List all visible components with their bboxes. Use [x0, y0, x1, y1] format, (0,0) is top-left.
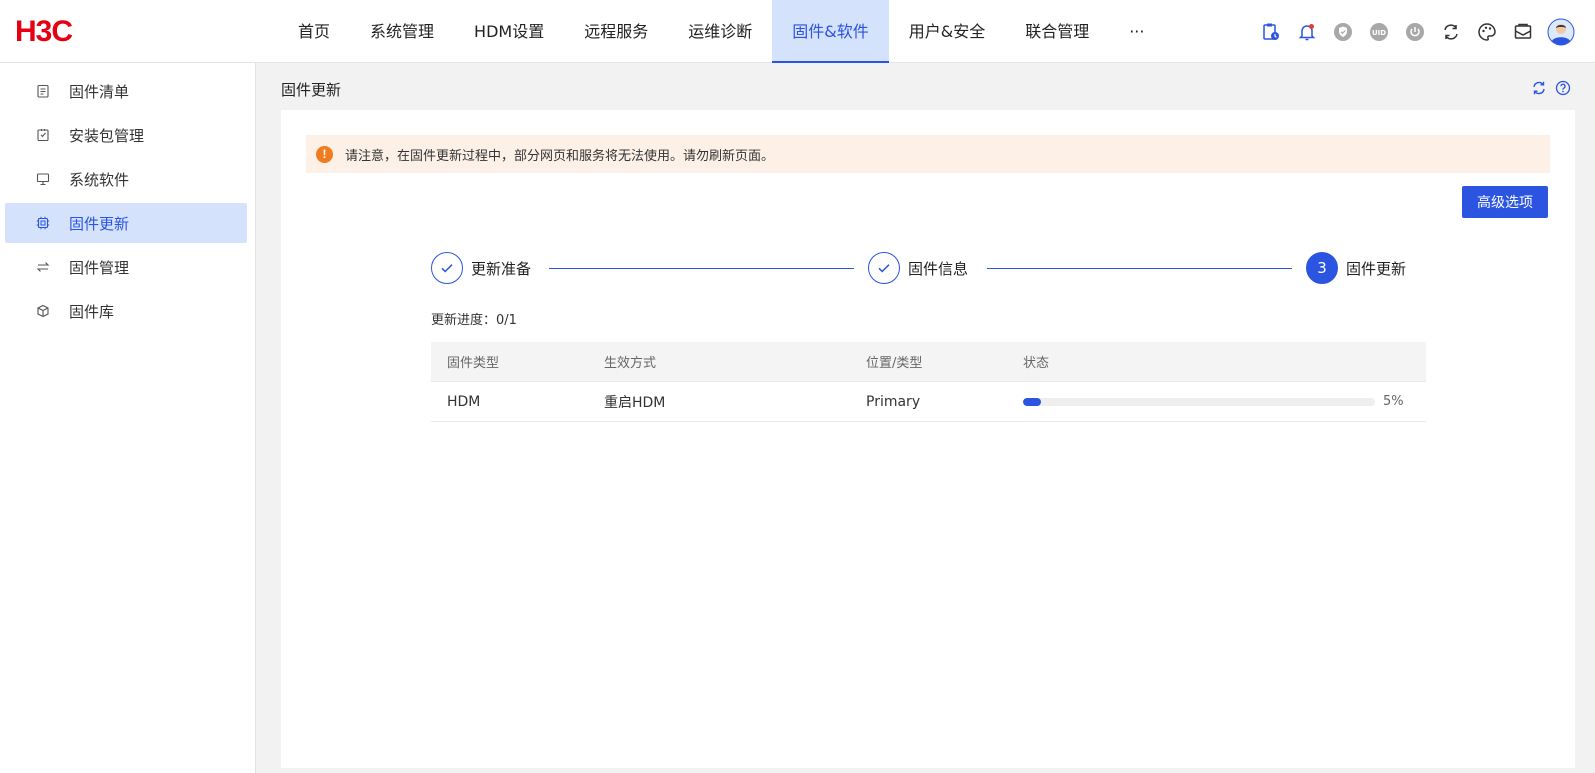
shield-icon[interactable] [1331, 20, 1355, 44]
progress-bar-fill [1023, 397, 1041, 406]
palette-icon[interactable] [1475, 20, 1499, 44]
cell-activation-method: 重启HDM [604, 394, 666, 411]
top-nav-bar: H3C 首页 系统管理 HDM设置 远程服务 运维诊断 固件&软件 用户&安全 … [0, 0, 1595, 63]
monitor-icon [35, 171, 51, 187]
update-steps: 更新准备 固件信息 3 固件更新 [431, 252, 1426, 284]
sidebar-item-label: 固件管理 [69, 258, 130, 277]
step-3-number: 3 [1306, 252, 1338, 284]
table-row: HDM 重启HDM Primary 5% [431, 382, 1426, 422]
step-connector-2 [987, 268, 1292, 269]
sidebar-item-system-software[interactable]: 系统软件 [5, 159, 247, 199]
step-1-label: 更新准备 [471, 260, 532, 278]
power-icon[interactable] [1403, 20, 1427, 44]
progress-bar [1023, 397, 1375, 406]
h3c-logo[interactable]: H3C [15, 15, 73, 48]
sidebar-item-label: 固件库 [69, 302, 115, 321]
step-1-check-icon [431, 252, 463, 284]
main-nav: 首页 系统管理 HDM设置 远程服务 运维诊断 固件&软件 用户&安全 联合管理… [278, 0, 1164, 63]
swap-icon [35, 259, 51, 275]
header-firmware-type: 固件类型 [447, 356, 500, 371]
nav-hdm-settings[interactable]: HDM设置 [454, 0, 564, 63]
nav-ops-diagnostics[interactable]: 运维诊断 [668, 0, 772, 63]
content-header: 固件更新 [281, 63, 1571, 110]
cell-location-type: Primary [866, 393, 921, 410]
page-title: 固件更新 [281, 81, 342, 99]
nav-remote-service[interactable]: 远程服务 [564, 0, 668, 63]
uid-icon[interactable]: UID [1367, 20, 1391, 44]
help-icon[interactable] [1555, 80, 1571, 96]
main-panel: ! 请注意，在固件更新过程中，部分网页和服务将无法使用。请勿刷新页面。 高级选项… [281, 110, 1575, 768]
warning-alert: ! 请注意，在固件更新过程中，部分网页和服务将无法使用。请勿刷新页面。 [306, 135, 1550, 173]
sidebar-item-firmware-update[interactable]: 固件更新 [5, 203, 247, 243]
sidebar: 固件清单 安装包管理 系统软件 固件更新 固件管理 固件库 [0, 63, 256, 773]
sidebar-item-label: 系统软件 [69, 170, 130, 189]
nav-home[interactable]: 首页 [278, 0, 350, 63]
refresh-cycle-icon[interactable] [1439, 20, 1463, 44]
sidebar-item-label: 安装包管理 [69, 126, 145, 145]
cube-icon [35, 303, 51, 319]
avatar[interactable] [1547, 18, 1575, 46]
clipboard-clock-icon[interactable] [1259, 20, 1283, 44]
sidebar-item-firmware-list[interactable]: 固件清单 [5, 71, 247, 111]
nav-more[interactable]: ··· [1109, 0, 1164, 63]
sidebar-item-package-management[interactable]: 安装包管理 [5, 115, 247, 155]
step-2-label: 固件信息 [908, 260, 969, 278]
nav-system-management[interactable]: 系统管理 [350, 0, 454, 63]
cell-firmware-type: HDM [447, 393, 481, 410]
refresh-icon[interactable] [1531, 80, 1547, 96]
sidebar-item-label: 固件更新 [69, 214, 130, 233]
sidebar-item-firmware-library[interactable]: 固件库 [5, 291, 247, 331]
firmware-update-table: 固件类型 生效方式 位置/类型 状态 HDM 重启HDM Primary 5% [431, 342, 1426, 422]
header-icon-group [1523, 80, 1571, 96]
sidebar-item-label: 固件清单 [69, 82, 130, 101]
header-activation-method: 生效方式 [604, 356, 657, 371]
header-status: 状态 [1023, 356, 1050, 371]
svg-text:UID: UID [1372, 29, 1386, 37]
step-3-label: 固件更新 [1346, 260, 1407, 278]
progress-percent: 5% [1383, 394, 1404, 409]
bell-icon[interactable] [1295, 20, 1319, 44]
header-location-type: 位置/类型 [866, 356, 923, 371]
step-connector-1 [549, 268, 854, 269]
nav-user-security[interactable]: 用户&安全 [889, 0, 1005, 63]
mail-icon[interactable] [1511, 20, 1535, 44]
sidebar-item-firmware-management[interactable]: 固件管理 [5, 247, 247, 287]
nav-firmware-software[interactable]: 固件&软件 [772, 0, 889, 63]
step-2-check-icon [868, 252, 900, 284]
warning-icon: ! [316, 145, 333, 163]
update-progress-label: 更新进度：0/1 [431, 313, 517, 328]
list-icon [35, 83, 51, 99]
table-header: 固件类型 生效方式 位置/类型 状态 [431, 342, 1426, 382]
cell-status: 5% [1007, 394, 1426, 409]
package-icon [35, 127, 51, 143]
nav-federated-management[interactable]: 联合管理 [1005, 0, 1109, 63]
advanced-options-button[interactable]: 高级选项 [1462, 186, 1548, 218]
chip-icon [35, 215, 51, 231]
top-icon-group: UID [1259, 0, 1595, 63]
warning-text: 请注意，在固件更新过程中，部分网页和服务将无法使用。请勿刷新页面。 [345, 148, 775, 164]
